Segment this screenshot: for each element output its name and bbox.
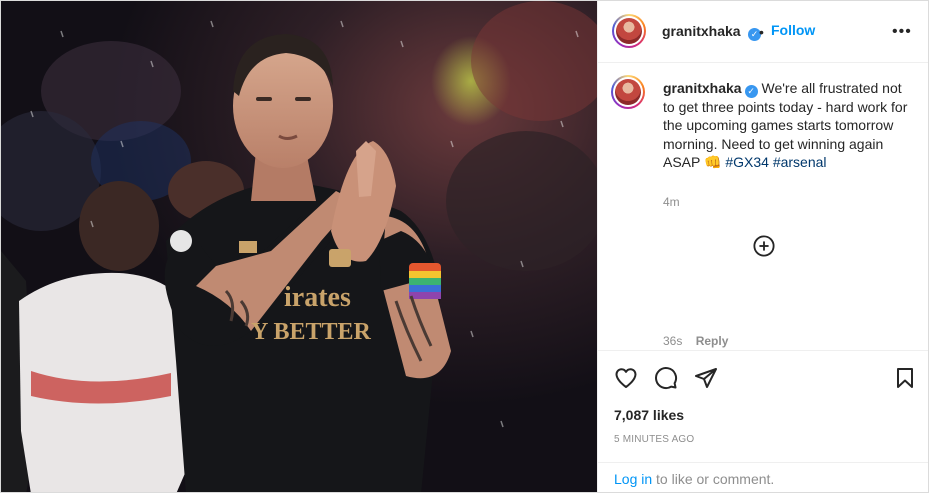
more-options-icon[interactable]: ••• — [892, 23, 912, 41]
comment-icon[interactable] — [654, 366, 678, 390]
post-side-panel: granitxhaka ✓ • Follow ••• granitxhaka ✓ … — [597, 1, 928, 492]
heart-icon[interactable] — [614, 366, 638, 390]
instagram-post: irates Y BETTER granitxhaka ✓ • Follow •… — [0, 0, 929, 493]
login-prompt: Log in to like or comment. — [598, 462, 928, 492]
fist-emoji-icon: 👊 — [704, 153, 722, 170]
post-age: 5 MINUTES AGO — [614, 434, 695, 445]
share-icon[interactable] — [694, 366, 718, 390]
plus-circle-icon[interactable] — [753, 235, 775, 257]
caption-timestamp[interactable]: 4m — [663, 195, 680, 209]
author-username-row: granitxhaka ✓ — [662, 23, 762, 41]
post-caption: granitxhaka ✓ We're all frustrated not to… — [663, 79, 909, 171]
login-prompt-text: to like or comment. — [652, 471, 775, 487]
caption-username[interactable]: granitxhaka — [663, 80, 742, 96]
shirt-sponsor-line2: Y BETTER — [251, 319, 371, 345]
comment-timestamp[interactable]: 36s — [663, 334, 682, 348]
partial-comment-meta: 36s Reply — [663, 334, 738, 348]
hashtag-gx34[interactable]: #GX34 — [725, 154, 769, 170]
shirt-sponsor-line1: irates — [284, 282, 351, 313]
login-link[interactable]: Log in — [614, 471, 652, 487]
bookmark-icon[interactable] — [893, 366, 917, 390]
hashtag-arsenal[interactable]: #arsenal — [773, 154, 827, 170]
separator-dot: • — [759, 24, 764, 40]
post-photo[interactable]: irates Y BETTER — [1, 1, 597, 492]
post-header: granitxhaka ✓ • Follow ••• — [598, 1, 928, 63]
likes-count[interactable]: 7,087 likes — [614, 407, 684, 423]
author-avatar[interactable] — [612, 14, 646, 48]
author-username[interactable]: granitxhaka — [662, 23, 741, 39]
reply-button[interactable]: Reply — [696, 334, 729, 348]
follow-button[interactable]: Follow — [771, 22, 815, 38]
caption-author-avatar[interactable] — [611, 75, 645, 109]
action-bar: 7,087 likes 5 MINUTES AGO — [598, 350, 928, 463]
player-photo-illustration: irates Y BETTER — [1, 1, 597, 492]
caption-verified-badge-icon: ✓ — [744, 85, 758, 98]
